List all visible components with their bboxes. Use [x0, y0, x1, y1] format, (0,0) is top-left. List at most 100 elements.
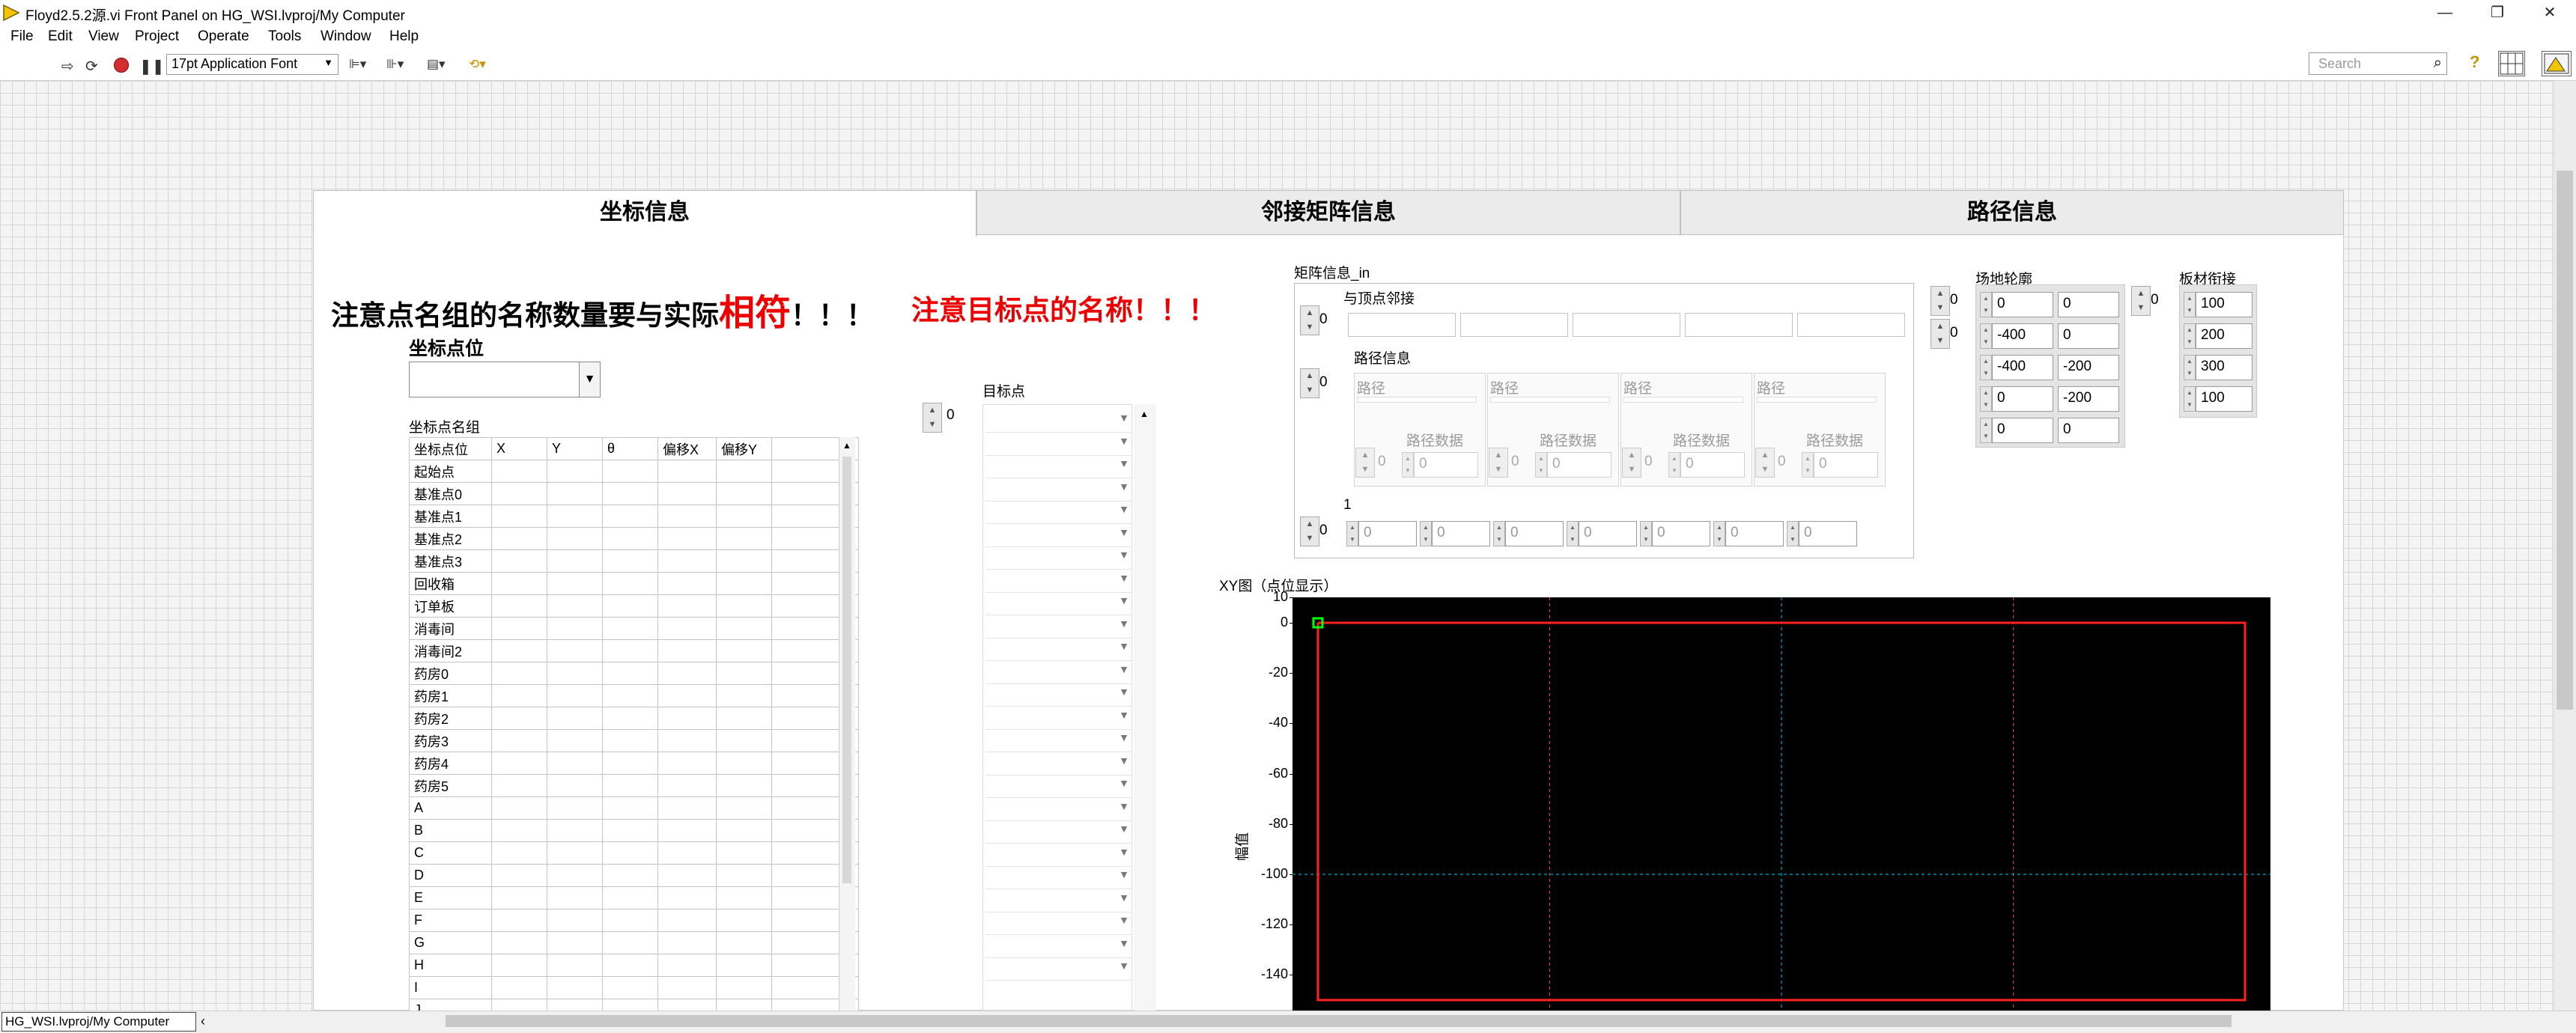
matrix-value[interactable]: 0 [1652, 521, 1710, 546]
field-y-value[interactable]: -200 [2058, 355, 2119, 380]
value-cell[interactable] [491, 752, 547, 775]
value-cell[interactable] [716, 707, 772, 730]
target-row[interactable]: ▼ [985, 593, 1132, 615]
matrix-value[interactable]: 0 [1799, 521, 1857, 546]
matrix-value[interactable]: 0 [1505, 521, 1564, 546]
value-cell[interactable] [602, 796, 658, 820]
path-data-index[interactable]: 0 [1373, 451, 1396, 476]
table-row[interactable]: 基准点2 [409, 527, 859, 550]
chevron-down-icon[interactable]: ▼ [1119, 549, 1129, 561]
table-row[interactable]: G [409, 931, 859, 954]
horizontal-scroll-thumb[interactable] [446, 1015, 2232, 1027]
value-cell[interactable] [491, 639, 547, 662]
point-name-cell[interactable]: 起始点 [409, 460, 492, 483]
value-cell[interactable] [657, 527, 717, 550]
point-name-cell[interactable]: 药房3 [409, 729, 492, 752]
field-x-spinner[interactable]: ▲ ▼ [1980, 292, 1992, 317]
chevron-down-icon[interactable]: ▼ [1119, 618, 1129, 630]
chevron-down-icon[interactable]: ▼ [1119, 914, 1129, 926]
path-data-value[interactable]: 0 [1547, 452, 1611, 478]
board-value-spinner[interactable]: ▲ ▼ [2184, 386, 2196, 412]
value-cell[interactable] [602, 684, 658, 707]
coord-table[interactable]: 坐标点位 X Yθ 偏移X 偏移Y 起始点 基准点0 基准点1 基准点2 基准点3 回收箱 订单板消… [409, 437, 859, 1022]
path-data-index-spinner[interactable]: ▲ ▼ [1489, 448, 1508, 478]
field-x-value[interactable]: -400 [1992, 323, 2053, 349]
point-name-cell[interactable]: F [409, 909, 492, 932]
chevron-down-icon[interactable]: ▼ [1119, 846, 1129, 858]
value-cell[interactable] [547, 864, 603, 887]
run-arrow-icon[interactable]: ⇨ [61, 57, 74, 76]
adjacent-cell[interactable] [1573, 313, 1680, 337]
target-row[interactable]: ▼ [985, 410, 1132, 433]
close-button[interactable]: ✕ [2524, 0, 2576, 25]
value-cell[interactable] [602, 864, 658, 887]
field-y-value[interactable]: 0 [2058, 292, 2119, 317]
value-cell[interactable] [547, 639, 603, 662]
board-value-spinner[interactable]: ▲ ▼ [2184, 355, 2196, 380]
chevron-down-icon[interactable]: ▼ [1119, 457, 1129, 469]
value-cell[interactable] [657, 864, 717, 887]
table-row[interactable]: A [409, 796, 859, 820]
search-icon[interactable]: ⌕ [2434, 55, 2442, 72]
target-scrollbar[interactable]: ▲ [1134, 404, 1156, 1011]
board-value[interactable]: 100 [2196, 386, 2253, 412]
table-row[interactable]: 药房2 [409, 707, 859, 730]
chevron-down-icon[interactable]: ▼ [1119, 663, 1129, 675]
value-cell[interactable] [491, 976, 547, 999]
value-cell[interactable] [547, 909, 603, 932]
value-cell[interactable] [716, 752, 772, 775]
matrix-value[interactable]: 0 [1358, 521, 1417, 546]
target-row[interactable]: ▼ [985, 890, 1132, 912]
path-data-index-spinner[interactable]: ▲ ▼ [1355, 448, 1375, 478]
tab-adjacency-matrix[interactable]: 邻接矩阵信息 [976, 190, 1680, 235]
chevron-down-icon[interactable]: ▼ [1119, 481, 1129, 493]
value-cell[interactable] [657, 549, 717, 573]
target-row[interactable]: ▼ [985, 958, 1132, 981]
value-cell[interactable] [657, 954, 717, 977]
value-cell[interactable] [602, 527, 658, 550]
value-cell[interactable] [657, 841, 717, 865]
target-row[interactable]: ▼ [985, 912, 1132, 935]
target-row[interactable]: ▼ [985, 570, 1132, 593]
value-cell[interactable] [547, 729, 603, 752]
point-name-cell[interactable]: 基准点0 [409, 482, 492, 505]
field-index-1[interactable]: 0 [1945, 289, 1972, 314]
chevron-down-icon[interactable]: ▼ [1119, 686, 1129, 698]
value-cell[interactable] [716, 617, 772, 640]
value-cell[interactable] [657, 482, 717, 505]
table-row[interactable]: H [409, 954, 859, 977]
value-cell[interactable] [657, 572, 717, 595]
scroll-up-icon[interactable]: ▲ [1140, 409, 1149, 419]
value-cell[interactable] [602, 549, 658, 573]
board-value-spinner[interactable]: ▲ ▼ [2184, 292, 2196, 317]
board-index[interactable]: 0 [2146, 289, 2173, 314]
table-row[interactable]: 药房3 [409, 729, 859, 752]
point-name-cell[interactable]: A [409, 796, 492, 820]
value-cell[interactable] [491, 774, 547, 797]
value-cell[interactable] [602, 729, 658, 752]
table-scrollbar[interactable]: ▲ [839, 437, 855, 1011]
chevron-down-icon[interactable]: ▼ [1119, 892, 1129, 904]
value-cell[interactable] [547, 841, 603, 865]
table-row[interactable]: B [409, 819, 859, 842]
scroll-up-icon[interactable]: ▲ [842, 440, 851, 451]
target-row[interactable]: ▼ [985, 662, 1132, 684]
path-data-value[interactable]: 0 [1680, 452, 1745, 478]
chevron-down-icon[interactable]: ▼ [1119, 594, 1129, 606]
menu-tools[interactable]: Tools [268, 28, 301, 45]
value-cell[interactable] [491, 864, 547, 887]
target-row[interactable]: ▼ [985, 775, 1132, 798]
connector-pane-icon[interactable] [2498, 51, 2525, 76]
value-cell[interactable] [602, 819, 658, 842]
pause-icon[interactable]: ❚❚ [139, 57, 165, 76]
point-name-cell[interactable]: 订单板 [409, 594, 492, 618]
point-name-cell[interactable]: 药房2 [409, 707, 492, 730]
chevron-down-icon[interactable]: ▼ [1119, 823, 1129, 835]
matrix-value[interactable]: 0 [1432, 521, 1490, 546]
table-row[interactable]: C [409, 841, 859, 865]
value-cell[interactable] [491, 482, 547, 505]
value-cell[interactable] [491, 954, 547, 977]
value-cell[interactable] [657, 639, 717, 662]
value-cell[interactable] [716, 527, 772, 550]
help-icon[interactable]: ? [2470, 52, 2479, 72]
